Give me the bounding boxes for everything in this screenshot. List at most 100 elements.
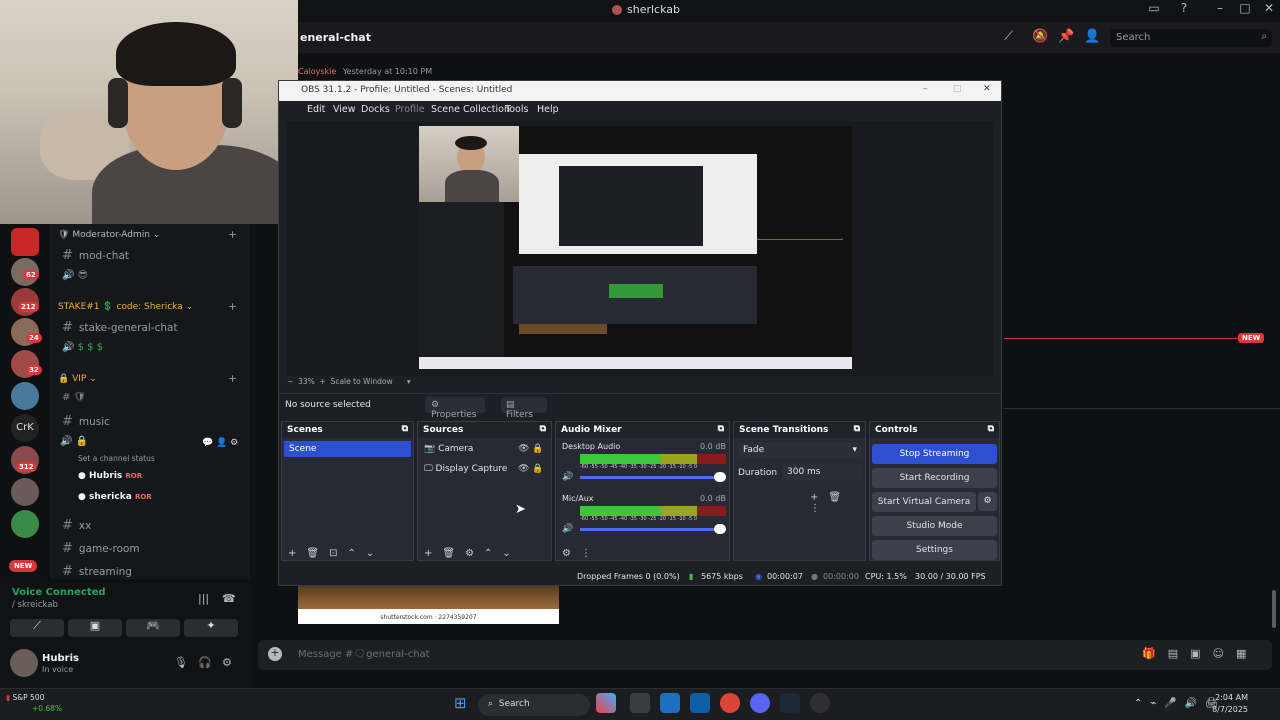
speaker-icon[interactable]: 🔊 [562,472,573,482]
help-icon[interactable]: ? [1174,2,1194,20]
screenshare-button[interactable]: ▣ [68,619,122,637]
transition-select[interactable]: Fade ▾ [738,442,862,458]
camera-button[interactable]: ⟋ [10,619,64,637]
avatar[interactable] [10,649,38,677]
speaker-icon[interactable]: 🔊 [562,524,573,534]
settings-icon[interactable]: ⚙ [222,657,232,668]
maximize-icon[interactable]: □ [1235,2,1255,20]
zoom-controls[interactable]: − 33% + Scale to Window ▾ [287,377,411,386]
menu-docks[interactable]: Docks [361,104,390,115]
clock-time[interactable]: 2:04 AM [1208,693,1248,702]
steam-icon[interactable] [780,693,800,713]
taskbar-app-icon[interactable] [690,693,710,713]
server-crk[interactable]: CrK [11,414,39,442]
scene-item[interactable]: Scene [284,441,411,457]
close-icon[interactable]: ✕ [983,85,991,94]
taskbar-app-icon[interactable] [596,693,616,713]
undock-icon[interactable]: ⧉ [402,425,408,435]
virtual-camera-settings-icon[interactable]: ⚙ [978,492,997,511]
voice-channel-icons[interactable]: 🔊 $ $ $ [62,342,103,353]
soundboard-button[interactable]: ✦ [184,619,238,637]
source-toolbar-icons[interactable]: +🗑⚙⌃⌄ [424,548,521,559]
channel-music[interactable]: # music [62,414,110,429]
headphones-icon[interactable]: 🎧 [198,657,212,668]
server-icon[interactable] [11,228,39,256]
disconnect-icon[interactable]: ☎ [222,593,236,604]
menu-help[interactable]: Help [537,104,559,115]
message-tools-icons[interactable]: 🎁▤▣☺▦ [1142,647,1258,660]
channel-status-hint[interactable]: Set a channel status [78,454,155,463]
windows-start-icon[interactable]: ⊞ [454,696,467,711]
duration-input[interactable]: 300 ms [782,464,862,480]
settings-button[interactable]: Settings [872,540,997,560]
activity-button[interactable]: 🎮 [126,619,180,637]
voice-channel-controls[interactable]: 💬 👤 ⚙ [202,438,238,448]
channel-game-room[interactable]: # game-room [62,541,140,556]
maximize-icon[interactable]: □ [953,85,962,94]
server-icon[interactable] [11,478,39,506]
undock-icon[interactable]: ⧉ [718,425,724,435]
mixer-toolbar-icons[interactable]: ⚙⋮ [562,548,601,559]
volume-slider-handle[interactable] [714,472,726,482]
add-channel-icon[interactable]: + [228,229,237,240]
threads-icon[interactable]: ⟋ [1004,30,1013,43]
mute-icon[interactable]: 🔕 [1032,30,1048,43]
filters-button[interactable]: ▤ Filters [501,397,547,420]
undock-icon[interactable]: ⧉ [854,425,860,435]
add-attachment-icon[interactable]: + [268,647,282,661]
add-channel-icon[interactable]: + [228,373,237,384]
scrollbar[interactable] [1272,590,1276,628]
volume-slider-handle[interactable] [714,524,726,534]
message-input[interactable]: + Message #🗨general-chat 🎁▤▣☺▦ [258,640,1272,670]
search-input[interactable]: Search ⌕ [1110,29,1272,47]
visibility-icon[interactable]: 👁 🔒 [518,444,544,454]
pin-icon[interactable]: 📌 [1058,30,1074,43]
voice-channel-path[interactable]: / skreickab [12,600,58,610]
user-name[interactable]: Hubris [42,653,79,664]
source-camera[interactable]: 📷 Camera [424,444,473,454]
microphone-icon[interactable]: 🎙 [174,657,188,668]
source-display-capture[interactable]: 🖵 Display Capture [424,464,507,474]
server-icon[interactable] [11,510,39,538]
minimize-icon[interactable]: – [1210,2,1230,20]
voice-user[interactable]: ● Hubris ROR [78,471,142,481]
channel-xx[interactable]: # xx [62,518,91,533]
voice-channel-icons[interactable]: # 🛡 [62,392,86,403]
volume-slider[interactable] [580,528,726,531]
menu-scene-collection[interactable]: Scene Collection [431,104,510,115]
server-icon[interactable] [11,382,39,410]
embedded-image[interactable]: shutterstock.com · 2274359207 [298,586,559,624]
new-servers-badge[interactable]: NEW [9,560,38,572]
stop-streaming-button[interactable]: Stop Streaming [872,444,997,464]
visibility-icon[interactable]: 👁 🔒 [518,464,544,474]
menu-view[interactable]: View [333,104,356,115]
stock-widget[interactable]: ▮ S&P 500 [6,693,44,702]
obs-icon[interactable] [810,693,830,713]
voice-channel-icons[interactable]: 🔊 😎 [62,270,88,281]
close-icon[interactable]: ✕ [1259,2,1279,20]
members-icon[interactable]: 👤 [1084,30,1100,43]
category-vip[interactable]: 🔒 VIP ⌄ [58,374,97,384]
channel-streaming[interactable]: # streaming [62,564,132,579]
inbox-icon[interactable]: ▭ [1144,2,1164,20]
channel-stake-general[interactable]: # stake-general-chat [62,320,178,335]
message-author[interactable]: Caloyskie [298,67,336,76]
studio-mode-button[interactable]: Studio Mode [872,516,997,536]
undock-icon[interactable]: ⧉ [540,425,546,435]
properties-button[interactable]: ⚙ Properties [425,397,485,420]
menu-tools[interactable]: Tools [505,104,528,115]
add-channel-icon[interactable]: + [228,301,237,312]
active-voice-channel[interactable]: 🔊 🔒 [60,436,88,447]
voice-connected-title[interactable]: Voice Connected [12,587,106,598]
scene-toolbar-icons[interactable]: +🗑⊡⌃⌄ [288,548,384,559]
transition-toolbar-icons[interactable]: +🗑⋮ [810,492,865,514]
taskbar-search[interactable]: ⌕ Search [478,694,590,716]
undock-icon[interactable]: ⧉ [988,425,994,435]
channel-mod-chat[interactable]: # mod-chat [62,248,129,263]
discord-icon[interactable] [750,693,770,713]
preview-canvas[interactable] [419,126,852,369]
category-stake[interactable]: STAKE#1 💲 code: Shericka ⌄ [58,302,193,312]
taskbar-app-icon[interactable] [630,693,650,713]
start-recording-button[interactable]: Start Recording [872,468,997,488]
category-moderator[interactable]: 🛡 Moderator-Admin ⌄ [58,230,160,240]
